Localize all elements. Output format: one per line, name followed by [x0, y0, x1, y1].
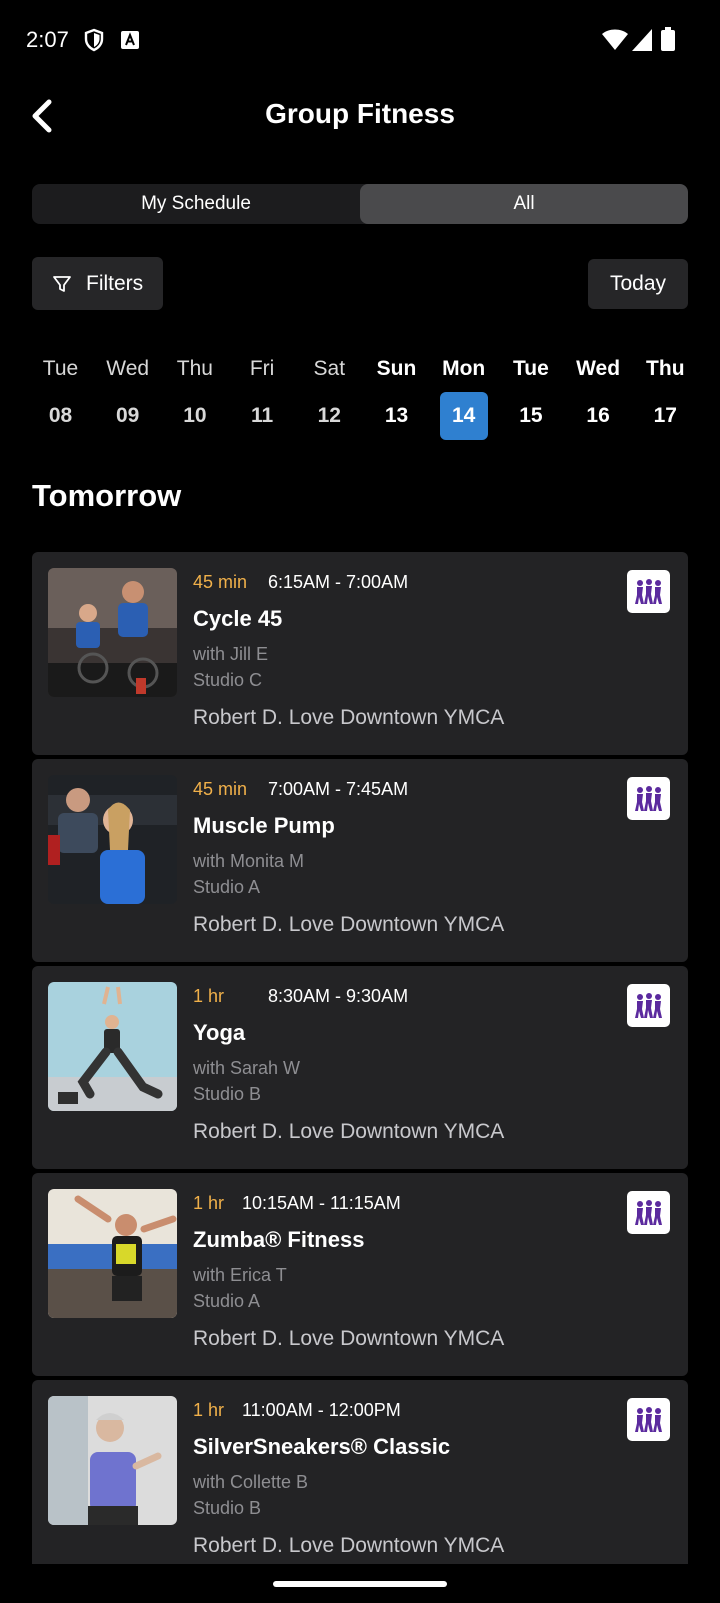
group-dance-icon: [627, 984, 670, 1027]
date-weekday: Sat: [313, 357, 346, 380]
class-photo: [48, 775, 177, 904]
date-cell-11[interactable]: Fri 11: [229, 352, 296, 440]
date-cell-15[interactable]: Tue 15: [497, 352, 564, 440]
section-heading: Tomorrow: [32, 478, 182, 513]
shield-icon: [84, 28, 104, 57]
group-dance-icon: [627, 777, 670, 820]
class-location: Robert D. Love Downtown YMCA: [193, 1534, 505, 1557]
class-duration: 1 hr: [193, 1400, 225, 1420]
class-photo: [48, 568, 177, 697]
class-name: Yoga: [193, 1020, 246, 1045]
class-card[interactable]: 1 hr 11:00AM - 12:00PM SilverSneakers® C…: [32, 1380, 688, 1564]
class-location: Robert D. Love Downtown YMCA: [193, 1327, 505, 1350]
class-duration: 45 min: [193, 572, 248, 592]
date-weekday: Tue: [42, 357, 79, 380]
class-instructor: with Monita M: [193, 851, 305, 871]
group-dance-icon: [627, 1191, 670, 1234]
date-cell-12[interactable]: Sat 12: [296, 352, 363, 440]
class-time: 6:15AM - 7:00AM: [268, 572, 409, 592]
class-name: Cycle 45: [193, 606, 283, 631]
today-button[interactable]: Today: [588, 259, 688, 309]
app-header: Group Fitness: [0, 82, 720, 154]
date-day-number: 14: [439, 392, 488, 440]
date-day-number: 11: [250, 404, 274, 427]
date-day-number: 13: [384, 404, 409, 427]
date-weekday: Sun: [376, 357, 417, 380]
date-weekday: Thu: [176, 357, 213, 380]
class-duration: 1 hr: [193, 1193, 225, 1213]
class-duration: 1 hr: [193, 986, 225, 1006]
class-studio: Studio B: [193, 1084, 262, 1104]
date-day-number: 17: [653, 404, 677, 427]
class-studio: Studio A: [193, 1291, 261, 1311]
class-time: 10:15AM - 11:15AM: [242, 1193, 401, 1213]
date-cell-13[interactable]: Sun 13: [363, 352, 430, 440]
date-day-number: 09: [116, 404, 140, 427]
date-day-number: 10: [183, 404, 207, 427]
class-time: 7:00AM - 7:45AM: [268, 779, 409, 799]
date-weekday: Mon: [442, 357, 486, 380]
date-weekday: Wed: [576, 357, 621, 380]
keyboard-a-icon: [121, 31, 139, 54]
date-strip: Tue 08 Wed 09 Thu 10 Fri 11 Sat 12 Sun 13 Mon 14 Tue 15…: [27, 352, 707, 440]
class-name: Zumba® Fitness: [193, 1227, 365, 1252]
battery-icon: [661, 27, 675, 56]
filter-icon: [53, 275, 71, 292]
date-cell-14[interactable]: Mon 14: [430, 352, 497, 440]
date-weekday: Tue: [513, 357, 549, 380]
group-dance-icon: [627, 1398, 670, 1441]
date-cell-09[interactable]: Wed 09: [94, 352, 161, 440]
filters-label: Filters: [86, 271, 144, 295]
wifi-icon: [602, 29, 628, 56]
class-card[interactable]: 45 min 6:15AM - 7:00AM Cycle 45 with Jil…: [32, 552, 688, 755]
class-photo: [48, 1189, 177, 1318]
class-location: Robert D. Love Downtown YMCA: [193, 1120, 505, 1143]
date-day-number: 12: [317, 404, 341, 427]
class-name: Muscle Pump: [193, 813, 335, 838]
filters-button[interactable]: Filters: [32, 257, 163, 310]
class-duration: 45 min: [193, 779, 248, 799]
date-cell-08[interactable]: Tue 08: [27, 352, 94, 440]
page-title: Group Fitness: [265, 98, 455, 129]
class-list: 45 min 6:15AM - 7:00AM Cycle 45 with Jil…: [32, 552, 688, 1564]
class-card[interactable]: 1 hr 8:30AM - 9:30AM Yoga with Sarah W S…: [32, 966, 688, 1169]
class-instructor: with Jill E: [193, 644, 269, 664]
date-cell-17[interactable]: Thu 17: [632, 352, 699, 440]
home-indicator[interactable]: [273, 1581, 447, 1587]
class-location: Robert D. Love Downtown YMCA: [193, 706, 505, 729]
schedule-tabs: My Schedule All: [32, 184, 688, 224]
class-card[interactable]: 1 hr 10:15AM - 11:15AM Zumba® Fitness wi…: [32, 1173, 688, 1376]
date-cell-10[interactable]: Thu 10: [161, 352, 228, 440]
cellular-signal-icon: [632, 29, 652, 56]
group-dance-icon: [627, 570, 670, 613]
class-time: 11:00AM - 12:00PM: [242, 1400, 401, 1420]
date-day-number: 15: [519, 404, 543, 427]
tab-all[interactable]: All: [360, 184, 688, 224]
class-instructor: with Sarah W: [193, 1058, 301, 1078]
date-day-number: 08: [48, 404, 73, 427]
class-photo: [48, 1396, 177, 1525]
date-day-number: 16: [586, 404, 610, 427]
class-studio: Studio B: [193, 1498, 262, 1518]
tab-my-schedule[interactable]: My Schedule: [32, 184, 360, 224]
class-location: Robert D. Love Downtown YMCA: [193, 913, 505, 936]
status-time: 2:07: [26, 27, 69, 52]
class-time: 8:30AM - 9:30AM: [268, 986, 409, 1006]
class-photo: [48, 982, 177, 1111]
class-instructor: with Erica T: [193, 1265, 287, 1285]
class-instructor: with Collette B: [193, 1472, 309, 1492]
class-card[interactable]: 45 min 7:00AM - 7:45AM Muscle Pump with …: [32, 759, 688, 962]
class-studio: Studio A: [193, 877, 261, 897]
class-name: SilverSneakers® Classic: [193, 1434, 451, 1459]
class-studio: Studio C: [193, 670, 263, 690]
date-weekday: Wed: [106, 357, 150, 380]
date-weekday: Fri: [249, 357, 275, 380]
status-bar: 2:07: [0, 0, 720, 82]
date-cell-16[interactable]: Wed 16: [565, 352, 632, 440]
date-weekday: Thu: [646, 357, 685, 380]
